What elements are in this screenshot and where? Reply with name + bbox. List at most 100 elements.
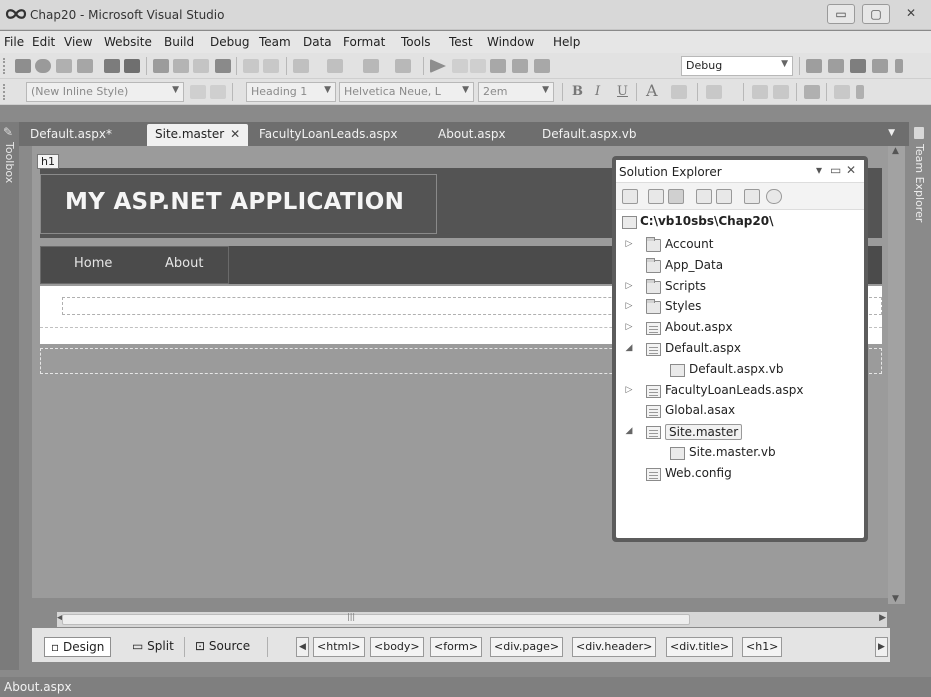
properties-icon[interactable] (622, 189, 638, 204)
horizontal-scrollbar[interactable]: ◀ ||| ▶ (57, 612, 887, 627)
expand-arrow-icon[interactable]: ▷ (624, 301, 634, 311)
breadcrumb-form[interactable]: <form> (430, 637, 483, 657)
menu-window[interactable]: Window (487, 35, 534, 49)
step-over-icon[interactable] (512, 59, 528, 73)
justify-icon[interactable] (706, 85, 722, 99)
bulleted-list-icon[interactable] (773, 85, 789, 99)
vertical-scrollbar[interactable]: ▲ ▼ (888, 146, 905, 604)
panel-menu-icon[interactable]: ▾ (816, 163, 822, 177)
view-designer-icon[interactable] (716, 189, 732, 204)
tab-facultyloanleads[interactable]: FacultyLoanLeads.aspx (259, 127, 398, 141)
scroll-up-icon[interactable]: ▲ (892, 146, 899, 156)
menu-website[interactable]: Website (104, 35, 152, 49)
close-tab-icon[interactable]: ✕ (230, 127, 240, 141)
breadcrumb-h1[interactable]: <h1> (742, 637, 783, 657)
nav-about[interactable]: About (165, 256, 203, 271)
panel-maximize-icon[interactable]: ▭ (830, 163, 841, 177)
close-button[interactable]: ✕ (897, 4, 925, 24)
menu-debug[interactable]: Debug (210, 35, 249, 49)
panel-close-icon[interactable]: ✕ (846, 163, 856, 177)
copy-website-icon[interactable] (744, 189, 760, 204)
redo-icon[interactable] (327, 59, 343, 73)
font-size-select[interactable]: 2em ▼ (478, 82, 554, 102)
hyperlink-icon[interactable] (804, 85, 820, 99)
start-debugging-icon[interactable] (430, 59, 446, 73)
menu-help[interactable]: Help (553, 35, 580, 49)
design-view-button[interactable]: ▫ Design (44, 637, 112, 657)
nav-home[interactable]: Home (74, 256, 112, 271)
add-item-icon[interactable] (77, 59, 93, 73)
toolbar-grip[interactable] (3, 58, 6, 74)
team-explorer-tab[interactable]: Team Explorer (909, 122, 931, 670)
collapse-arrow-icon[interactable]: ◢ (624, 426, 634, 436)
find-icon[interactable] (215, 59, 231, 73)
refresh-icon[interactable] (648, 189, 664, 204)
toolbox-tab[interactable]: ✎ Toolbox (0, 122, 19, 670)
underline-button[interactable]: U (617, 84, 628, 99)
comment-icon[interactable] (243, 59, 259, 73)
collapse-arrow-icon[interactable]: ◢ (624, 343, 634, 353)
scroll-down-icon[interactable]: ▼ (892, 594, 899, 604)
menu-file[interactable]: File (4, 35, 24, 49)
minimize-button[interactable]: ▭ (827, 4, 855, 24)
cut-icon[interactable] (153, 59, 169, 73)
breadcrumb-html[interactable]: <html> (313, 637, 365, 657)
menu-format[interactable]: Format (343, 35, 385, 49)
breadcrumb-div-header[interactable]: <div.header> (572, 637, 657, 657)
aspnet-configuration-icon[interactable] (766, 189, 782, 204)
style-select[interactable]: (New Inline Style) ▼ (26, 82, 184, 102)
stop-icon[interactable] (470, 59, 486, 73)
toolbar-grip[interactable] (3, 84, 6, 100)
maximize-button[interactable]: ▢ (862, 4, 890, 24)
tab-default-aspx[interactable]: Default.aspx* (30, 127, 112, 141)
breadcrumb-forward-icon[interactable]: ▶ (875, 637, 888, 657)
new-website-icon[interactable] (35, 59, 51, 73)
scroll-right-icon[interactable]: ▶ (879, 613, 886, 623)
solution-configuration-select[interactable]: Debug ▼ (681, 56, 793, 76)
toolbar-overflow-icon[interactable] (895, 59, 903, 73)
properties-window-icon[interactable] (850, 59, 866, 73)
block-format-select[interactable]: Heading 1 ▼ (246, 82, 336, 102)
copy-icon[interactable] (173, 59, 189, 73)
horizontal-scroll-thumb[interactable] (62, 614, 690, 625)
split-view-button[interactable]: ▭ Split (126, 637, 180, 657)
menu-data[interactable]: Data (303, 35, 332, 49)
expand-arrow-icon[interactable]: ▷ (624, 239, 634, 249)
expand-arrow-icon[interactable]: ▷ (624, 385, 634, 395)
expand-arrow-icon[interactable]: ▷ (624, 281, 634, 291)
font-name-select[interactable]: Helvetica Neue, L ▼ (339, 82, 474, 102)
step-out-icon[interactable] (534, 59, 550, 73)
expand-arrow-icon[interactable]: ▷ (624, 322, 634, 332)
step-into-icon[interactable] (490, 59, 506, 73)
toolbar-overflow-icon[interactable] (856, 85, 864, 99)
app-title-heading[interactable]: MY ASP.NET APPLICATION (65, 189, 404, 215)
find-in-files-icon[interactable] (806, 59, 822, 73)
tab-site-master[interactable]: Site.master ✕ (147, 124, 249, 146)
breadcrumb-div-page[interactable]: <div.page> (490, 637, 564, 657)
numbered-list-icon[interactable] (752, 85, 768, 99)
object-browser-icon[interactable] (872, 59, 888, 73)
tab-about-aspx[interactable]: About.aspx (438, 127, 506, 141)
menu-tools[interactable]: Tools (401, 35, 431, 49)
navigate-backward-icon[interactable] (363, 59, 379, 73)
breadcrumb-body[interactable]: <body> (370, 637, 424, 657)
paste-icon[interactable] (193, 59, 209, 73)
nest-related-files-icon[interactable] (668, 189, 684, 204)
menu-view[interactable]: View (64, 35, 92, 49)
undo-icon[interactable] (293, 59, 309, 73)
save-icon[interactable] (104, 59, 120, 73)
tab-default-aspx-vb[interactable]: Default.aspx.vb (542, 127, 637, 141)
font-color-button[interactable]: A (646, 81, 658, 100)
open-file-icon[interactable] (56, 59, 72, 73)
tab-dropdown-icon[interactable]: ▼ (888, 128, 895, 138)
solution-explorer-icon[interactable] (828, 59, 844, 73)
save-all-icon[interactable] (124, 59, 140, 73)
menu-edit[interactable]: Edit (32, 35, 55, 49)
new-style-icon[interactable] (190, 85, 206, 99)
italic-button[interactable]: I (595, 84, 600, 99)
breadcrumb-div-title[interactable]: <div.title> (666, 637, 734, 657)
uncomment-icon[interactable] (263, 59, 279, 73)
pause-icon[interactable] (452, 59, 468, 73)
bold-button[interactable]: B (572, 84, 583, 99)
menu-test[interactable]: Test (449, 35, 473, 49)
